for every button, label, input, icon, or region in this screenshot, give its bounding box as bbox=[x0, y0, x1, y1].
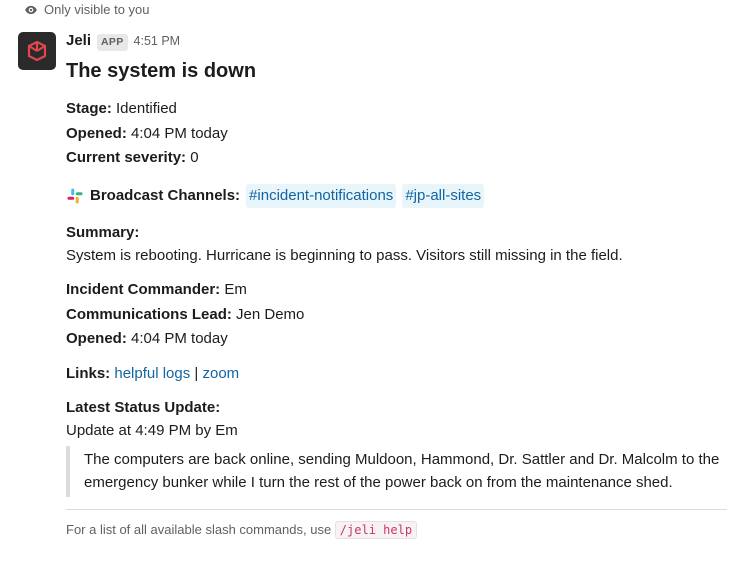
footer-command: /jeli help bbox=[335, 521, 417, 539]
link-zoom[interactable]: zoom bbox=[203, 365, 240, 382]
jeli-logo-icon bbox=[25, 39, 49, 63]
timestamp[interactable]: 4:51 PM bbox=[134, 32, 181, 51]
summary-label: Summary: bbox=[66, 222, 727, 245]
status-meta: Update at 4:49 PM by Em bbox=[66, 420, 727, 443]
avatar[interactable] bbox=[18, 32, 56, 70]
status-body: The computers are back online, sending M… bbox=[66, 446, 727, 497]
opened2-label: Opened: bbox=[66, 330, 127, 347]
opened-label: Opened: bbox=[66, 125, 127, 142]
opened-value: 4:04 PM today bbox=[131, 125, 228, 142]
links-block: Links: helpful logs | zoom bbox=[66, 363, 727, 386]
sender-name[interactable]: Jeli bbox=[66, 30, 91, 53]
eye-icon bbox=[24, 3, 38, 17]
severity-label: Current severity: bbox=[66, 149, 186, 166]
footer: For a list of all available slash comman… bbox=[66, 520, 727, 540]
stage-block: Stage: Identified Opened: 4:04 PM today … bbox=[66, 98, 727, 170]
links-label: Links: bbox=[66, 365, 110, 382]
link-helpful-logs[interactable]: helpful logs bbox=[114, 365, 190, 382]
channel-link[interactable]: #incident-notifications bbox=[246, 184, 396, 209]
opened2-value: 4:04 PM today bbox=[131, 330, 228, 347]
app-badge: APP bbox=[97, 34, 128, 52]
message-content: Jeli APP 4:51 PM The system is down Stag… bbox=[66, 30, 727, 540]
visibility-notice: Only visible to you bbox=[0, 0, 743, 20]
commander-value: Em bbox=[224, 281, 247, 298]
summary-value: System is rebooting. Hurricane is beginn… bbox=[66, 245, 727, 268]
stage-value: Identified bbox=[116, 100, 177, 117]
message: Jeli APP 4:51 PM The system is down Stag… bbox=[0, 22, 743, 548]
comms-label: Communications Lead: bbox=[66, 306, 232, 323]
link-separator: | bbox=[194, 365, 202, 382]
status-label: Latest Status Update: bbox=[66, 397, 727, 420]
slack-icon bbox=[66, 187, 84, 205]
visibility-text: Only visible to you bbox=[44, 0, 150, 20]
divider bbox=[66, 509, 727, 510]
status-block: Latest Status Update: Update at 4:49 PM … bbox=[66, 397, 727, 497]
incident-title: The system is down bbox=[66, 56, 727, 86]
commander-label: Incident Commander: bbox=[66, 281, 220, 298]
channel-link[interactable]: #jp-all-sites bbox=[402, 184, 484, 209]
broadcast-label: Broadcast Channels: bbox=[90, 185, 240, 208]
summary-block: Summary: System is rebooting. Hurricane … bbox=[66, 222, 727, 267]
message-meta: Jeli APP 4:51 PM bbox=[66, 30, 727, 53]
footer-prefix: For a list of all available slash comman… bbox=[66, 522, 335, 537]
roles-block: Incident Commander: Em Communications Le… bbox=[66, 279, 727, 351]
broadcast-row: Broadcast Channels: #incident-notificati… bbox=[66, 184, 727, 209]
message-gutter bbox=[18, 30, 66, 540]
severity-value: 0 bbox=[190, 149, 198, 166]
stage-label: Stage: bbox=[66, 100, 112, 117]
comms-value: Jen Demo bbox=[236, 306, 304, 323]
